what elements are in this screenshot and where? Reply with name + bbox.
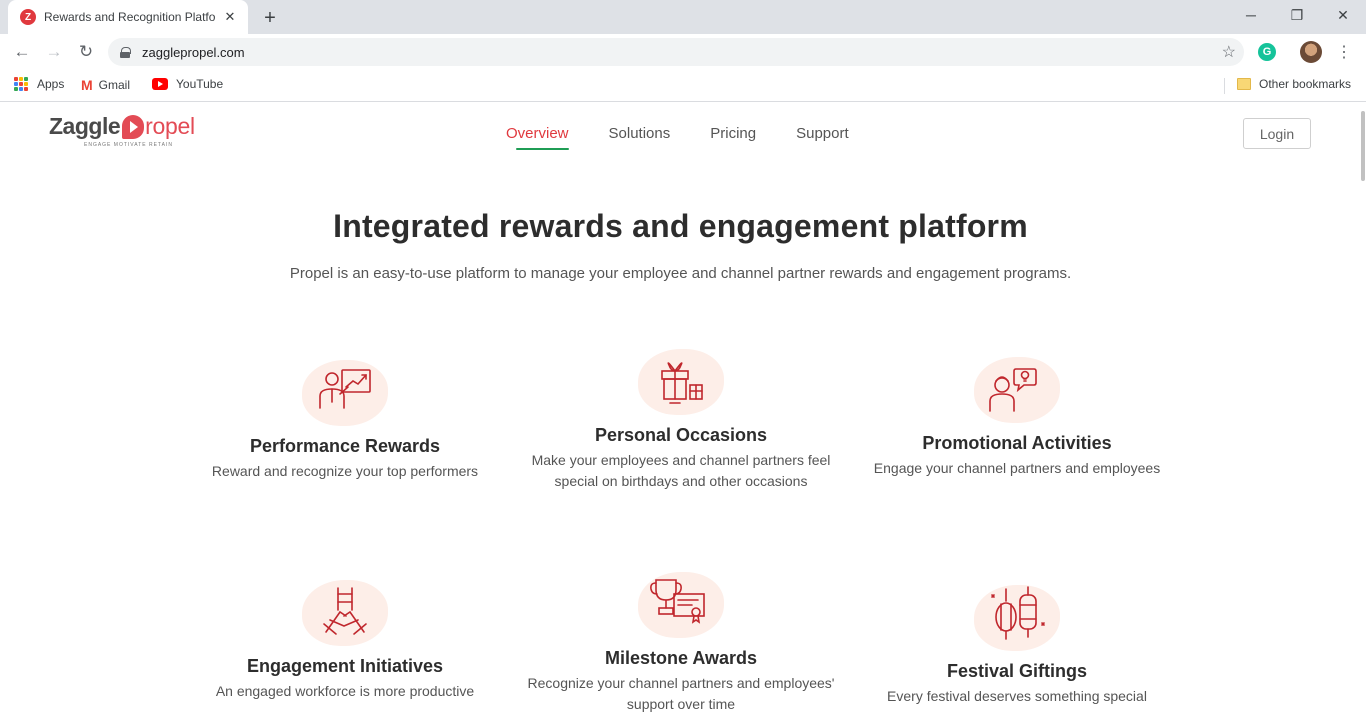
site-nav: Overview Solutions Pricing Support <box>506 125 889 150</box>
forward-arrow-icon[interactable]: → <box>41 39 67 65</box>
feature-title: Festival Giftings <box>946 661 1088 681</box>
propel-play-mark-icon <box>122 114 145 139</box>
apps-grid-icon <box>14 77 28 91</box>
feature-milestone-awards: Milestone Awards Recognize your channel … <box>516 568 846 715</box>
folder-icon <box>1237 78 1251 90</box>
restore-icon[interactable]: ❐ <box>1274 0 1320 30</box>
lock-icon <box>120 46 131 58</box>
youtube-icon <box>152 78 168 90</box>
feature-festival-giftings: Festival Giftings Every festival deserve… <box>852 581 1182 707</box>
feature-desc: Make your employees and channel partners… <box>531 452 831 489</box>
feature-desc: An engaged workforce is more productive <box>215 683 475 699</box>
browser-toolbar: ← → ↻ zagglepropel.com ☆ G ⋮ <box>0 34 1366 70</box>
feature-desc: Engage your channel partners and employe… <box>873 460 1161 476</box>
logo-zaggle-text: Zaggle <box>49 113 121 139</box>
feature-desc: Recognize your channel partners and empl… <box>527 675 835 712</box>
close-window-icon[interactable]: ✕ <box>1320 0 1366 30</box>
tab-title: Rewards and Recognition Platform <box>44 10 216 24</box>
nav-pricing[interactable]: Pricing <box>710 125 756 150</box>
url-text: zagglepropel.com <box>142 44 245 60</box>
zaggle-propel-logo[interactable]: Zaggle ropel ENGAGE MOTIVATE RETAIN <box>49 113 195 148</box>
trophy-certificate-icon <box>650 579 705 624</box>
browser-tabstrip: Z Rewards and Recognition Platform ✕ + ─… <box>0 0 1366 34</box>
gift-box-icon <box>661 362 703 404</box>
nav-solutions[interactable]: Solutions <box>609 125 671 150</box>
feature-title: Personal Occasions <box>594 425 768 445</box>
bookmarks-separator <box>1224 78 1225 94</box>
feature-engagement-initiatives: Engagement Initiatives An engaged workfo… <box>180 576 510 702</box>
kebab-menu-icon[interactable]: ⋮ <box>1336 42 1352 62</box>
scrollbar-thumb[interactable] <box>1361 111 1365 181</box>
presenter-chart-icon <box>319 369 371 409</box>
gmail-icon: M <box>81 77 93 93</box>
other-bookmarks[interactable]: Other bookmarks <box>1237 77 1351 91</box>
bookmark-label: Gmail <box>98 78 131 92</box>
web-page: Zaggle ropel ENGAGE MOTIVATE RETAIN Over… <box>0 103 1366 726</box>
bookmark-gmail[interactable]: M Gmail <box>81 77 130 93</box>
browser-tab[interactable]: Z Rewards and Recognition Platform ✕ <box>8 0 248 34</box>
bookmark-apps[interactable]: Apps <box>14 77 64 91</box>
feature-promotional-activities: Promotional Activities Engage your chann… <box>852 353 1182 479</box>
feature-desc: Every festival deserves something specia… <box>887 688 1147 704</box>
hero-title: Integrated rewards and engagement platfo… <box>333 208 1028 244</box>
bookmark-label: YouTube <box>176 77 224 91</box>
feature-title: Engagement Initiatives <box>246 656 444 676</box>
back-arrow-icon[interactable]: ← <box>9 39 35 65</box>
bookmark-label: Apps <box>37 77 65 91</box>
feature-title: Milestone Awards <box>604 648 758 668</box>
page-scrollbar[interactable] <box>1360 103 1366 726</box>
address-bar[interactable]: zagglepropel.com ☆ <box>108 38 1244 66</box>
feature-personal-occasions: Personal Occasions Make your employees a… <box>516 345 846 492</box>
other-bookmarks-label: Other bookmarks <box>1259 77 1352 91</box>
grammarly-extension-icon[interactable]: G <box>1258 43 1276 61</box>
profile-avatar[interactable] <box>1300 41 1322 63</box>
bookmarks-bar: Apps M Gmail YouTube Other bookmarks <box>0 70 1366 102</box>
feature-desc: Reward and recognize your top performers <box>211 463 479 479</box>
feature-title: Promotional Activities <box>922 433 1112 453</box>
zaggle-favicon-icon: Z <box>20 9 36 25</box>
minimize-icon[interactable]: ─ <box>1228 0 1274 30</box>
logo-propel-text: ropel <box>145 113 195 139</box>
login-button[interactable]: Login <box>1243 118 1311 149</box>
bookmark-star-icon[interactable]: ☆ <box>1222 42 1236 62</box>
bookmark-youtube[interactable]: YouTube <box>152 77 223 91</box>
feature-performance-rewards: Performance Rewards Reward and recognize… <box>180 356 510 482</box>
logo-tagline: ENGAGE MOTIVATE RETAIN <box>84 142 173 148</box>
new-tab-plus-icon[interactable]: + <box>259 7 281 29</box>
person-idea-icon <box>989 368 1037 412</box>
nav-support[interactable]: Support <box>796 125 849 150</box>
nav-overview[interactable]: Overview <box>506 125 569 150</box>
team-hands-icon <box>323 587 367 635</box>
close-tab-icon[interactable]: ✕ <box>222 9 238 25</box>
reload-icon[interactable]: ↻ <box>73 39 99 65</box>
feature-title: Performance Rewards <box>249 436 441 456</box>
hero-subtitle: Propel is an easy-to-use platform to man… <box>289 265 1072 282</box>
lanterns-icon <box>991 586 1045 640</box>
